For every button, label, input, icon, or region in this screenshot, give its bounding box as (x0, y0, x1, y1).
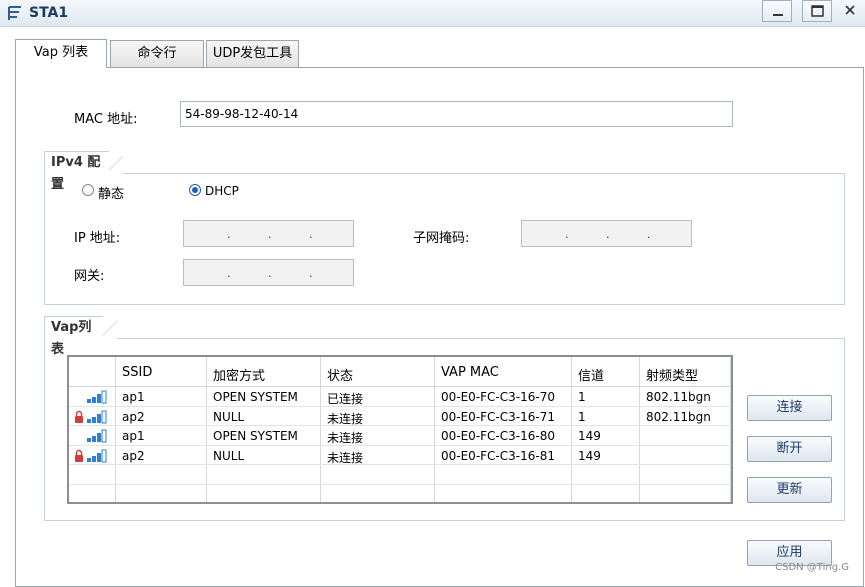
window-title: STA1 (29, 5, 69, 21)
locked-signal-icon (75, 449, 107, 462)
maximize-button[interactable] (802, 0, 832, 22)
table-row[interactable]: ap2 NULL 未连接 00-E0-FC-C3-16-71 1 802.11bgn (69, 408, 731, 427)
subnet-mask-input[interactable]: ... (521, 220, 692, 247)
ssid-cell: ap2 (122, 409, 145, 424)
static-label: 静态 (98, 187, 125, 202)
vap-mac-cell: 00-E0-FC-C3-16-71 (441, 409, 555, 424)
vap-mac-cell: 00-E0-FC-C3-16-70 (441, 390, 555, 404)
column-header-channel: 信道 (578, 369, 605, 384)
gateway-label: 网关: (74, 269, 105, 284)
station-app-icon (8, 6, 21, 20)
watermark: CSDN @Ting.G (775, 562, 849, 573)
radio-type-cell: 802.11bgn (646, 409, 711, 424)
channel-cell: 149 (578, 448, 601, 463)
minimize-button[interactable] (762, 0, 792, 22)
close-icon (845, 5, 855, 15)
table-row[interactable]: ap1 OPEN SYSTEM 已连接 00-E0-FC-C3-16-70 1 802.1… (69, 388, 731, 407)
encryption-cell: OPEN SYSTEM (213, 429, 298, 443)
gateway-input[interactable]: ... (183, 259, 354, 286)
column-header-ssid: SSID (122, 365, 153, 380)
locked-signal-icon (75, 410, 107, 423)
column-header-radio-type: 射频类型 (646, 369, 699, 384)
dhcp-label: DHCP (205, 184, 239, 198)
ip-address-input[interactable]: ... (183, 220, 354, 247)
status-cell: 未连接 (327, 431, 364, 445)
minimize-icon (773, 14, 783, 16)
status-cell: 未连接 (327, 411, 364, 426)
subnet-mask-label: 子网掩码: (413, 231, 470, 246)
tab-udp-tool[interactable]: UDP发包工具 (206, 40, 299, 67)
radio-type-cell: 802.11bgn (646, 390, 711, 404)
column-header-vap-mac: VAP MAC (441, 365, 499, 380)
channel-cell: 149 (578, 429, 601, 443)
ssid-cell: ap1 (122, 429, 145, 443)
disconnect-button[interactable]: 断开 (747, 436, 832, 462)
signal-icon (87, 390, 107, 404)
encryption-cell: OPEN SYSTEM (213, 390, 298, 404)
title-bar: STA1 (0, 0, 865, 27)
ipv4-group-title: IPv4 配置 (44, 151, 123, 192)
channel-cell: 1 (578, 390, 586, 404)
vap-mac-cell: 00-E0-FC-C3-16-80 (441, 429, 555, 443)
close-button[interactable] (838, 0, 865, 22)
mac-label: MAC 地址: (74, 112, 138, 127)
vap-group-title: Vap列表 (44, 316, 117, 357)
mac-input[interactable]: 54-89-98-12-40-14 (180, 101, 733, 127)
ssid-cell: ap2 (122, 448, 145, 463)
vap-table: SSID 加密方式 状态 VAP MAC 信道 射频类型 ap1 OPEN SYS… (67, 355, 733, 504)
refresh-button[interactable]: 更新 (747, 477, 832, 503)
status-cell: 未连接 (327, 450, 364, 465)
channel-cell: 1 (578, 409, 586, 424)
table-row[interactable]: ap1 OPEN SYSTEM 未连接 00-E0-FC-C3-16-80 149 (69, 427, 731, 446)
static-radio[interactable] (82, 184, 94, 196)
connect-button[interactable]: 连接 (747, 395, 832, 421)
dhcp-radio[interactable] (189, 184, 201, 196)
ip-label: IP 地址: (74, 231, 121, 246)
column-header-encryption: 加密方式 (213, 369, 266, 384)
table-row[interactable]: ap2 NULL 未连接 00-E0-FC-C3-16-81 149 (69, 447, 731, 466)
tab-vap-list[interactable]: Vap 列表 (15, 39, 107, 68)
signal-icon (87, 429, 107, 443)
encryption-cell: NULL (213, 448, 245, 463)
mac-value: 54-89-98-12-40-14 (185, 107, 299, 121)
vap-mac-cell: 00-E0-FC-C3-16-81 (441, 448, 555, 463)
maximize-icon (811, 5, 824, 17)
column-header-status: 状态 (327, 369, 354, 384)
encryption-cell: NULL (213, 409, 245, 424)
tab-command-line[interactable]: 命令行 (110, 40, 204, 67)
status-cell: 已连接 (327, 392, 364, 406)
ssid-cell: ap1 (122, 390, 145, 404)
